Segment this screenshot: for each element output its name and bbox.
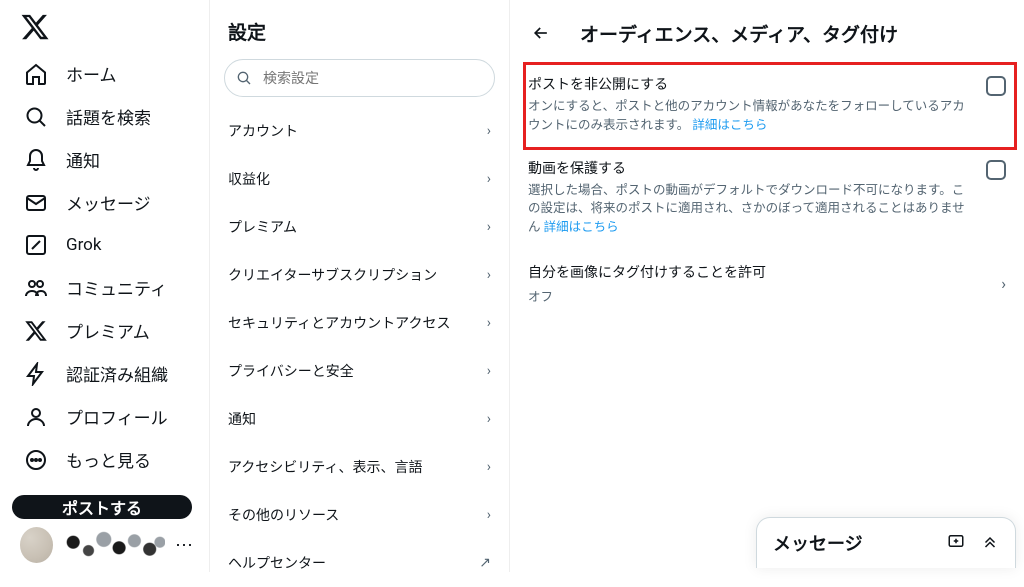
settings-list: 設定 アカウント › 収益化 › プレミアム › クリエイターサブスクリプション › セ… [210, 0, 510, 572]
setting-protect-posts: ポストを非公開にする オンにすると、ポストと他のアカウント情報があなたをフォロー… [510, 64, 1024, 148]
chevron-right-icon: › [487, 219, 491, 235]
x-logo[interactable] [20, 12, 50, 42]
nav-verified-orgs[interactable]: 認証済み組織 [12, 352, 201, 395]
nav-label: 認証済み組織 [66, 361, 168, 386]
messages-dock[interactable]: メッセージ [756, 517, 1016, 568]
settings-item-label: クリエイターサブスクリプション [228, 265, 437, 285]
settings-item-label: その他のリソース [228, 505, 339, 525]
settings-detail: オーディエンス、メディア、タグ付け ポストを非公開にする オンにすると、ポストと… [510, 0, 1024, 572]
new-message-icon[interactable] [947, 532, 965, 554]
grok-icon [24, 233, 48, 257]
search-icon [236, 70, 252, 86]
mail-icon [24, 191, 48, 215]
nav-notifications[interactable]: 通知 [12, 138, 201, 181]
bolt-icon [24, 362, 48, 386]
protect-video-checkbox[interactable] [986, 160, 1006, 180]
settings-item-label: アカウント [228, 121, 298, 141]
messages-dock-title: メッセージ [773, 530, 863, 556]
setting-label: 動画を保護する [528, 158, 972, 178]
chevron-right-icon: › [487, 411, 491, 427]
account-switcher[interactable]: ⋯ [12, 519, 201, 571]
chevron-right-icon: › [1001, 274, 1006, 293]
settings-item-resources[interactable]: その他のリソース › [210, 491, 509, 539]
settings-item-label: プライバシーと安全 [228, 361, 354, 381]
nav-label: メッセージ [66, 190, 151, 215]
nav-label: ホーム [66, 61, 117, 86]
settings-item-label: 通知 [228, 409, 256, 429]
settings-item-label: 収益化 [228, 169, 270, 189]
post-button[interactable]: ポストする [12, 495, 192, 519]
settings-item-premium[interactable]: プレミアム › [210, 203, 509, 251]
setting-photo-tagging[interactable]: 自分を画像にタグ付けすることを許可 オフ › [510, 250, 1024, 317]
settings-item-label: ヘルプセンター [228, 553, 326, 573]
nav-more[interactable]: もっと見る [12, 438, 201, 481]
nav-label: 話題を検索 [66, 104, 151, 129]
back-button[interactable] [524, 16, 558, 50]
person-icon [24, 405, 48, 429]
settings-item-creator-subs[interactable]: クリエイターサブスクリプション › [210, 251, 509, 299]
chevron-right-icon: › [487, 507, 491, 523]
settings-search [224, 59, 495, 97]
nav-label: Grok [66, 235, 102, 255]
settings-item-label: セキュリティとアカウントアクセス [228, 313, 450, 333]
ellipsis-icon: ⋯ [175, 535, 193, 556]
primary-nav: ホーム 話題を検索 通知 メッセージ Grok コミュニティ プレミアム 認証済… [0, 0, 210, 572]
expand-icon[interactable] [981, 532, 999, 554]
nav-profile[interactable]: プロフィール [12, 395, 201, 438]
settings-item-security[interactable]: セキュリティとアカウントアクセス › [210, 299, 509, 347]
protect-posts-checkbox[interactable] [986, 76, 1006, 96]
community-icon [24, 276, 48, 300]
nav-grok[interactable]: Grok [12, 224, 201, 266]
settings-title: 設定 [210, 8, 509, 59]
setting-description: オンにすると、ポストと他のアカウント情報があなたをフォローしているアカウントにの… [528, 98, 972, 136]
learn-more-link[interactable]: 詳細はこちら [544, 220, 619, 235]
setting-description: 選択した場合、ポストの動画がデフォルトでダウンロード不可になります。この設定は、… [528, 182, 972, 238]
settings-item-monetization[interactable]: 収益化 › [210, 155, 509, 203]
settings-search-input[interactable] [224, 59, 495, 97]
more-icon [24, 448, 48, 472]
account-name-redacted [63, 531, 165, 559]
nav-label: プレミアム [66, 318, 150, 343]
nav-label: コミュニティ [66, 275, 167, 300]
nav-label: プロフィール [66, 404, 168, 429]
settings-item-privacy[interactable]: プライバシーと安全 › [210, 347, 509, 395]
home-icon [24, 62, 48, 86]
bell-icon [24, 148, 48, 172]
settings-item-account[interactable]: アカウント › [210, 107, 509, 155]
nav-label: もっと見る [66, 447, 151, 472]
nav-premium[interactable]: プレミアム [12, 309, 201, 352]
nav-label: 通知 [66, 147, 100, 172]
detail-title: オーディエンス、メディア、タグ付け [580, 20, 898, 47]
nav-explore[interactable]: 話題を検索 [12, 95, 201, 138]
avatar [20, 527, 53, 563]
setting-label: 自分を画像にタグ付けすることを許可 [528, 262, 766, 282]
chevron-right-icon: › [487, 459, 491, 475]
chevron-right-icon: › [487, 363, 491, 379]
settings-item-accessibility[interactable]: アクセシビリティ、表示、言語 › [210, 443, 509, 491]
settings-item-notifications[interactable]: 通知 › [210, 395, 509, 443]
search-icon [24, 105, 48, 129]
settings-item-label: アクセシビリティ、表示、言語 [228, 457, 422, 477]
setting-protect-video: 動画を保護する 選択した場合、ポストの動画がデフォルトでダウンロード不可になりま… [510, 148, 1024, 250]
chevron-right-icon: › [487, 315, 491, 331]
setting-status: オフ [528, 286, 766, 305]
nav-communities[interactable]: コミュニティ [12, 266, 201, 309]
nav-messages[interactable]: メッセージ [12, 181, 201, 224]
chevron-right-icon: › [487, 123, 491, 139]
chevron-right-icon: › [487, 267, 491, 283]
setting-label: ポストを非公開にする [528, 74, 972, 94]
settings-item-help[interactable]: ヘルプセンター ↗ [210, 539, 509, 587]
chevron-right-icon: › [487, 171, 491, 187]
external-link-icon: ↗ [479, 555, 491, 571]
nav-home[interactable]: ホーム [12, 52, 201, 95]
x-icon [24, 319, 48, 343]
settings-item-label: プレミアム [228, 217, 297, 237]
learn-more-link[interactable]: 詳細はこちら [692, 118, 767, 133]
